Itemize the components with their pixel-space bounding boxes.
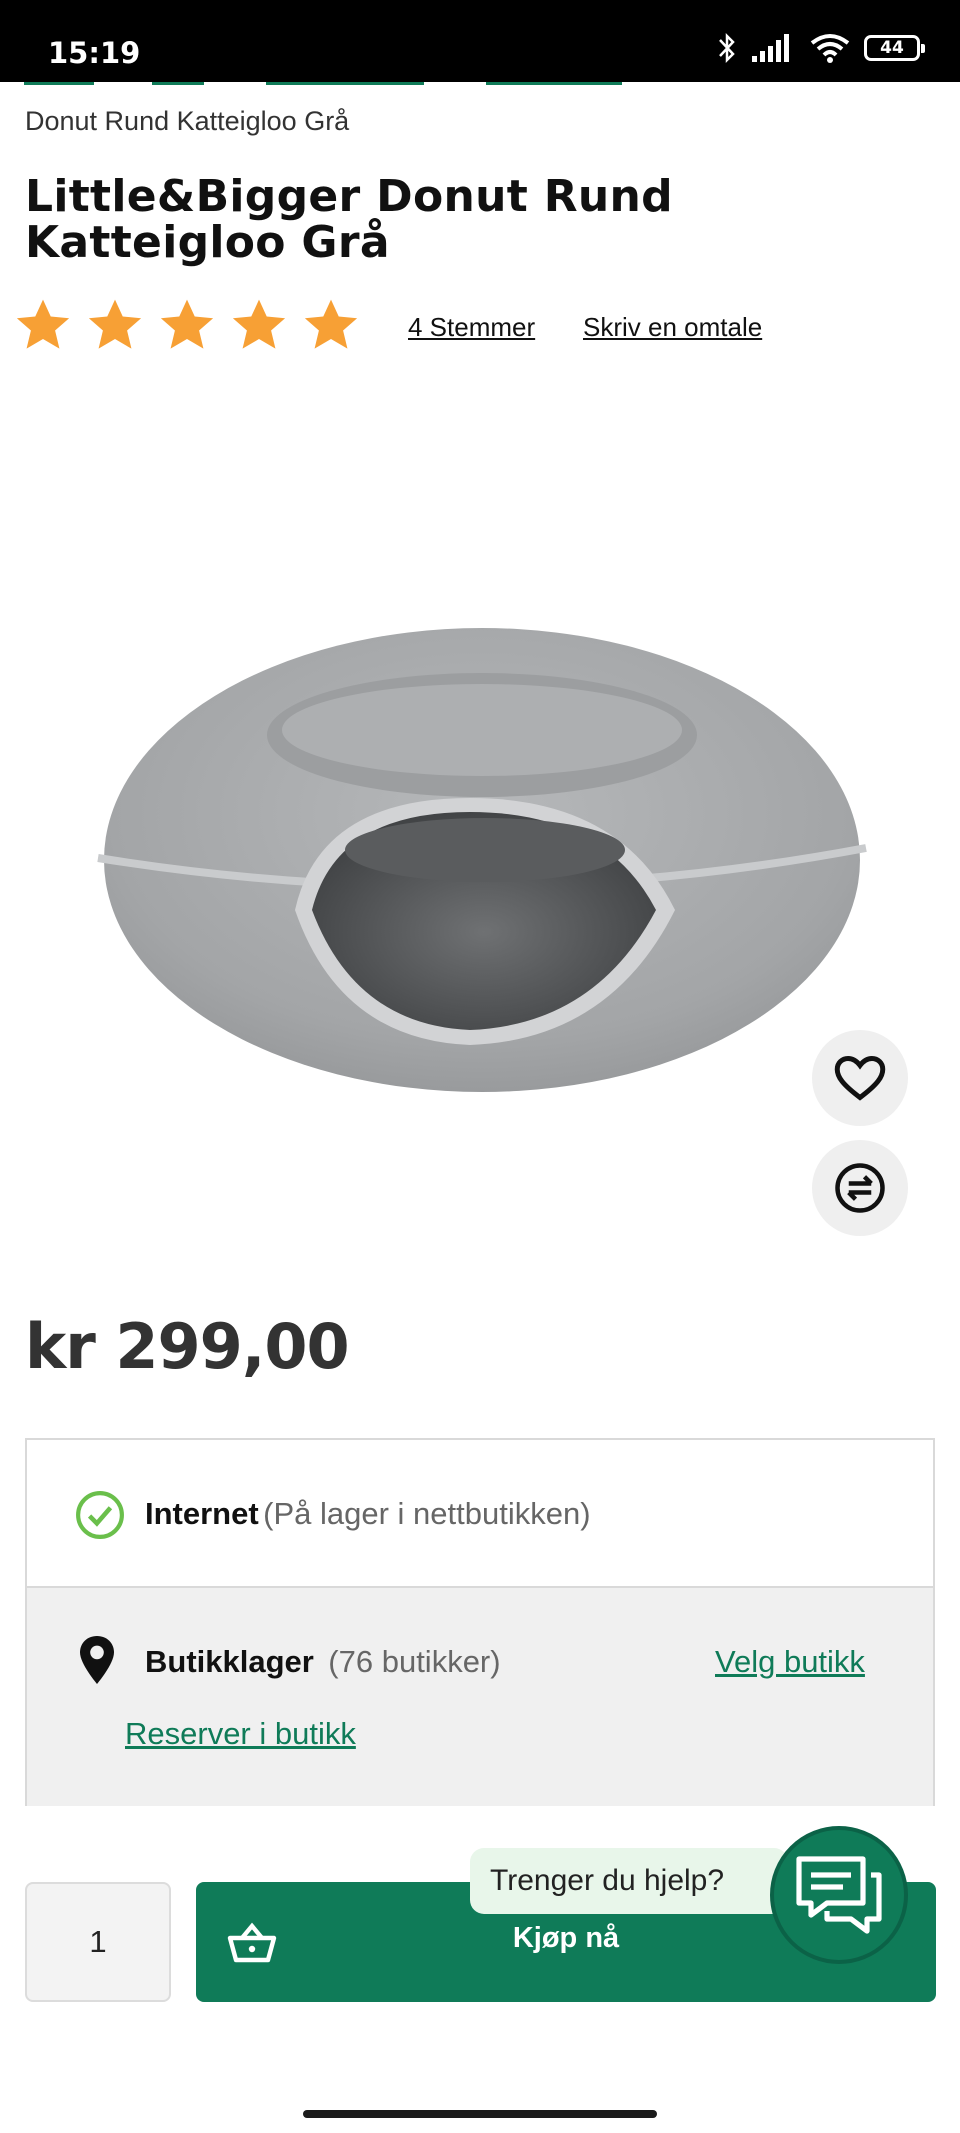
store-stock-row: Butikklager (76 butikker) Velg butikk Re… <box>27 1588 933 1806</box>
heart-icon <box>834 1056 886 1101</box>
rating-stars <box>14 296 360 354</box>
compare-button[interactable] <box>812 1140 908 1236</box>
help-text: Trenger du hjelp? <box>490 1864 725 1897</box>
quantity-input[interactable]: 1 <box>25 1882 171 2002</box>
bluetooth-icon <box>719 32 735 64</box>
status-time: 15:19 <box>48 36 141 70</box>
product-image[interactable] <box>90 620 880 1100</box>
page-title: Little&Bigger Donut Rund Katteigloo Grå <box>25 171 673 268</box>
compare-icon <box>835 1163 885 1213</box>
product-price: kr 299,00 <box>25 1310 350 1383</box>
wishlist-button[interactable] <box>812 1030 908 1126</box>
star-icon <box>88 299 142 349</box>
store-count-note: (76 butikker) <box>328 1644 501 1679</box>
breadcrumb-current: Donut Rund Katteigloo Grå <box>25 106 350 136</box>
signal-icon <box>752 34 789 62</box>
stock-panel: Internet (På lager i nettbutikken) Butik… <box>25 1438 935 1806</box>
chat-button[interactable] <box>770 1826 908 1964</box>
internet-label: Internet <box>145 1496 259 1531</box>
help-bubble[interactable]: Trenger du hjelp? <box>470 1848 789 1914</box>
store-stock-label: Butikklager <box>145 1644 314 1679</box>
reserve-in-store-link[interactable]: Reserver i butikk <box>125 1716 356 1752</box>
check-circle-icon <box>76 1491 124 1539</box>
internet-note: (På lager i nettbutikken) <box>263 1496 591 1531</box>
star-icon <box>16 299 70 349</box>
quantity-value: 1 <box>89 1924 107 1959</box>
internet-stock-row: Internet (På lager i nettbutikken) <box>27 1440 933 1588</box>
star-icon <box>160 299 214 349</box>
star-icon <box>304 299 358 349</box>
breadcrumb-link-remnants <box>24 82 624 88</box>
chat-icon <box>796 1856 882 1934</box>
write-review-link[interactable]: Skriv en omtale <box>583 312 762 343</box>
votes-link[interactable]: 4 Stemmer <box>408 312 535 343</box>
location-pin-icon <box>80 1636 114 1684</box>
choose-store-link[interactable]: Velg butikk <box>715 1644 865 1680</box>
battery-indicator: 44 <box>864 35 925 61</box>
status-bar: 15:19 44 <box>0 0 960 82</box>
status-icons: 44 <box>716 32 925 64</box>
home-indicator <box>303 2110 657 2118</box>
wifi-icon <box>810 34 850 63</box>
battery-level: 44 <box>880 38 904 58</box>
star-icon <box>232 299 286 349</box>
breadcrumb: Donut Rund Katteigloo Grå <box>25 106 349 137</box>
